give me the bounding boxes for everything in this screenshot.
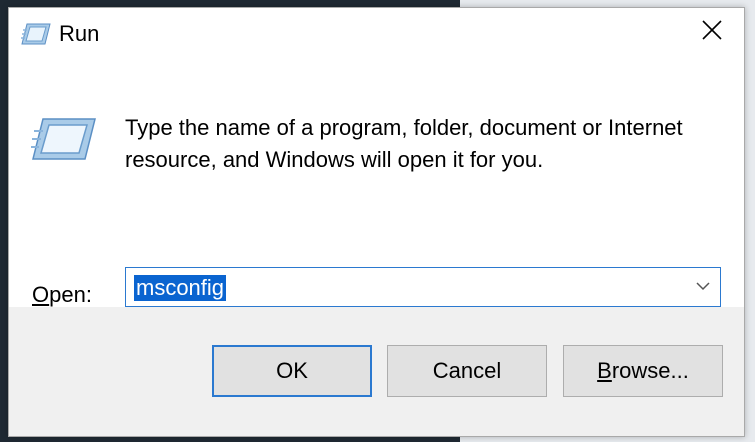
browse-button[interactable]: Browse... — [563, 345, 723, 397]
run-icon-large — [31, 117, 97, 161]
cancel-button[interactable]: Cancel — [387, 345, 547, 397]
close-button[interactable] — [680, 8, 744, 56]
open-label-accelerator: O — [32, 282, 50, 307]
run-icon — [21, 22, 51, 46]
command-input[interactable]: msconfig — [134, 275, 227, 301]
chevron-down-icon — [696, 278, 710, 296]
open-label: Open: — [32, 282, 92, 308]
run-dialog: Run Type the name of a program, folder, … — [8, 7, 745, 437]
title-bar: Run — [9, 8, 744, 64]
open-combobox[interactable]: msconfig — [125, 267, 721, 307]
window-title: Run — [59, 21, 100, 46]
ok-button[interactable]: OK — [212, 345, 372, 397]
dialog-body: Type the name of a program, folder, docu… — [9, 64, 744, 307]
open-label-text: pen: — [49, 282, 92, 307]
browse-accelerator: B — [597, 358, 612, 383]
button-bar: OK Cancel Browse... — [9, 307, 744, 436]
dropdown-button[interactable] — [686, 268, 720, 306]
instruction-text: Type the name of a program, folder, docu… — [125, 115, 683, 172]
close-icon — [701, 19, 723, 46]
browse-label: rowse... — [611, 358, 689, 383]
